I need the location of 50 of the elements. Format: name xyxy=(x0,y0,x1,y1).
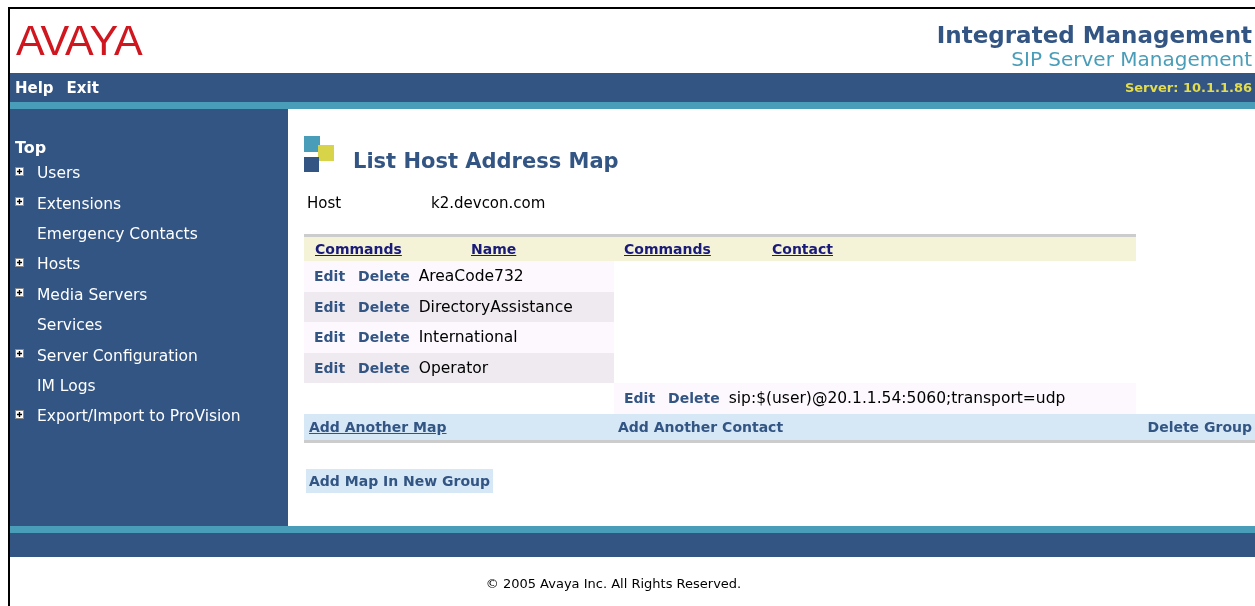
column-header[interactable]: Name xyxy=(471,241,517,257)
app-subtitle: SIP Server Management xyxy=(1011,48,1252,70)
sidebar-item[interactable]: IM Logs xyxy=(37,376,96,395)
table-cell: DirectoryAssistance xyxy=(418,297,573,316)
column-header[interactable]: Contact xyxy=(772,241,833,257)
copyright: © 2005 Avaya Inc. All Rights Reserved. xyxy=(485,576,742,591)
field-value: k2.devcon.com xyxy=(431,194,546,212)
expand-icon[interactable] xyxy=(15,288,24,298)
table-cell: AreaCode732 xyxy=(418,267,524,286)
add-map-link[interactable]: Add Another Map xyxy=(309,418,618,435)
sidebar-heading[interactable]: Top xyxy=(15,138,288,158)
table-cell: International xyxy=(418,328,518,347)
column-header[interactable]: Commands xyxy=(315,241,402,257)
column-header[interactable]: Commands xyxy=(624,241,711,257)
app-title: Integrated Management xyxy=(936,22,1252,48)
delete-group-link[interactable]: Delete Group xyxy=(1147,418,1252,435)
delete-link[interactable]: Delete xyxy=(358,329,410,346)
edit-link[interactable]: Edit xyxy=(624,390,656,407)
expand-icon[interactable] xyxy=(15,349,24,359)
field-label: Host xyxy=(307,194,343,212)
edit-link[interactable]: Edit xyxy=(314,298,346,315)
delete-link[interactable]: Delete xyxy=(358,359,410,376)
add-group-button[interactable]: Add Map In New Group xyxy=(306,468,494,493)
sidebar-item[interactable]: Media Servers xyxy=(37,285,148,304)
expand-icon[interactable] xyxy=(15,257,24,267)
add-contact-link[interactable]: Add Another Contact xyxy=(618,418,1148,435)
delete-link[interactable]: Delete xyxy=(358,298,410,315)
sidebar-item[interactable]: Services xyxy=(37,316,103,335)
expand-icon[interactable] xyxy=(15,409,24,419)
table-cell: Operator xyxy=(418,358,489,377)
nav-link[interactable]: Help xyxy=(15,78,54,97)
expand-icon[interactable] xyxy=(15,166,24,176)
nav-link[interactable]: Exit xyxy=(66,78,99,97)
edit-link[interactable]: Edit xyxy=(314,329,346,346)
squares-icon xyxy=(304,136,336,174)
sidebar-item[interactable]: Extensions xyxy=(37,194,122,213)
edit-link[interactable]: Edit xyxy=(314,359,346,376)
sidebar-item[interactable]: Export/Import to ProVision xyxy=(37,407,241,426)
page-title: List Host Address Map xyxy=(353,148,619,174)
sidebar-item[interactable]: Emergency Contacts xyxy=(37,224,198,243)
sidebar-item[interactable]: Server Configuration xyxy=(37,346,198,365)
server-address: Server: 10.1.1.86 xyxy=(1124,80,1252,95)
delete-link[interactable]: Delete xyxy=(358,268,410,285)
sidebar-item[interactable]: Users xyxy=(37,164,81,183)
table-cell: sip:$(user)@20.1.1.54:5060;transport=udp xyxy=(728,389,1066,408)
edit-link[interactable]: Edit xyxy=(314,268,346,285)
sidebar-item[interactable]: Hosts xyxy=(37,255,81,274)
expand-icon[interactable] xyxy=(15,197,24,207)
logo: AVAYA xyxy=(16,17,142,63)
delete-link[interactable]: Delete xyxy=(668,390,720,407)
